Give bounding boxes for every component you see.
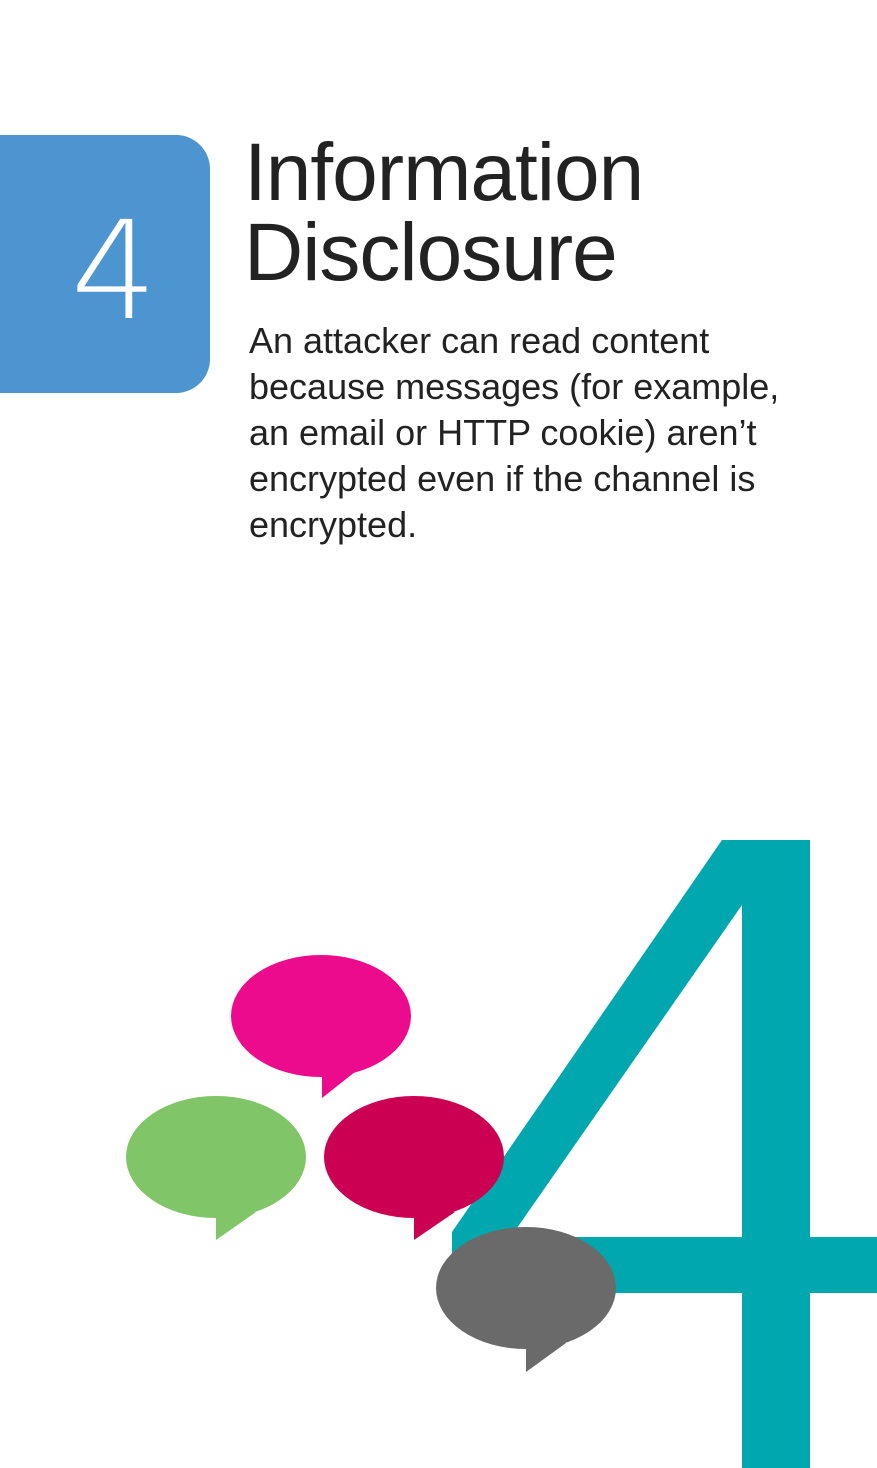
bubble-green <box>126 1096 306 1240</box>
threat-card: 4 Information Disclosure An attacker can… <box>0 0 877 1468</box>
card-illustration <box>126 840 877 1468</box>
numeral-vertical-stem <box>742 840 810 1468</box>
big-numeral-4 <box>452 840 877 1468</box>
bubble-pink <box>231 955 411 1098</box>
bubble-gray <box>436 1227 616 1372</box>
